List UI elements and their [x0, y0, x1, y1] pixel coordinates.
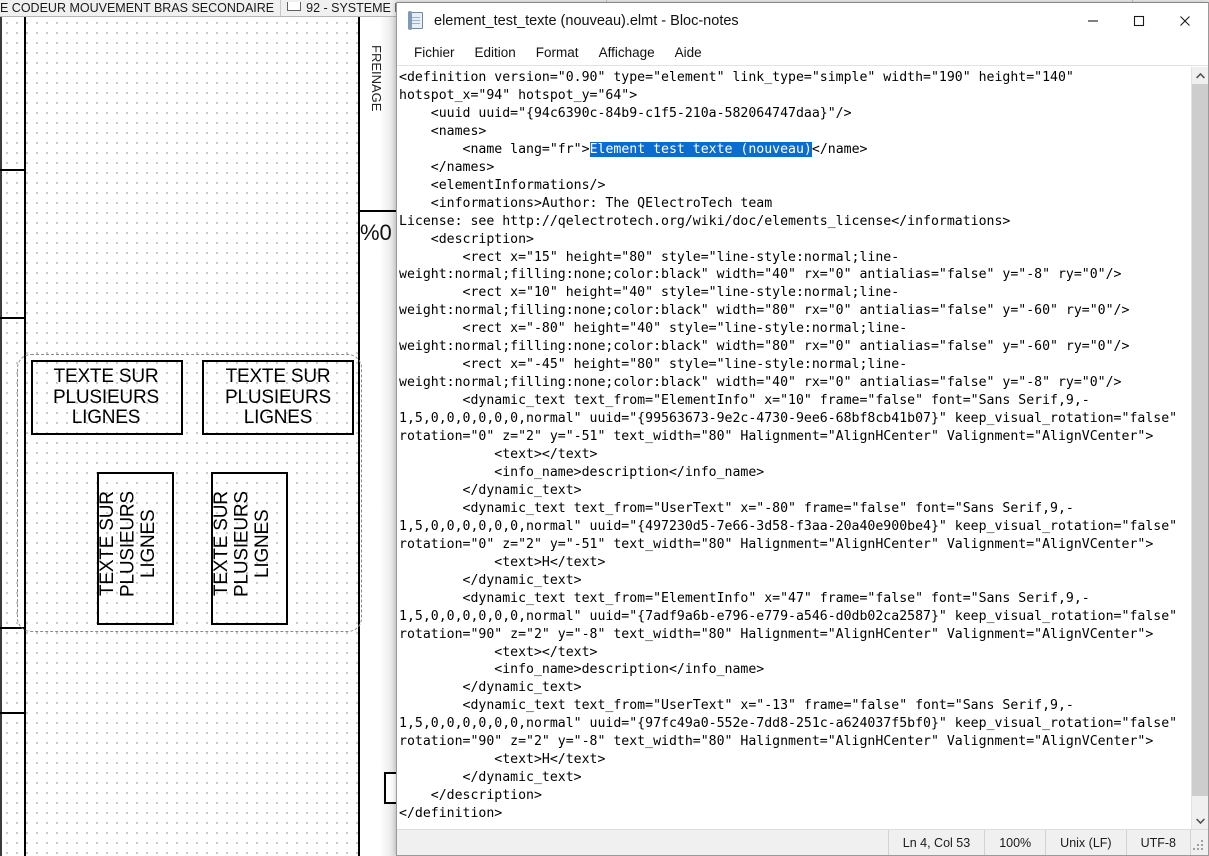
page-tick-mark	[0, 712, 25, 714]
menu-format[interactable]: Format	[526, 42, 589, 63]
window-buttons[interactable]	[1070, 4, 1208, 39]
page-tick-mark	[0, 317, 25, 319]
status-cursor-position: Ln 4, Col 53	[888, 830, 984, 855]
element-text-top-left: TEXTE SUR PLUSIEURS LIGNES	[16, 367, 196, 429]
menu-fichier[interactable]: Fichier	[404, 42, 465, 63]
notepad-title-bar[interactable]: element_test_texte (nouveau).elmt - Bloc…	[397, 3, 1208, 39]
status-spacer	[397, 830, 888, 855]
menu-affichage[interactable]: Affichage	[589, 42, 665, 63]
element-text-bottom-right: TEXTE SUR PLUSIEURS LIGNES	[212, 459, 288, 629]
document-icon	[287, 2, 301, 11]
menu-edition[interactable]: Edition	[465, 42, 526, 63]
vertical-scrollbar[interactable]	[1191, 67, 1208, 829]
titleblock-vertical-label: FREINAGE	[362, 45, 384, 195]
page-tick-mark	[0, 169, 25, 171]
page-outer-border	[0, 17, 2, 856]
document-selected-text[interactable]: Element test texte (nouveau)	[590, 142, 812, 157]
status-encoding: UTF-8	[1126, 830, 1190, 855]
notepad-menu-bar[interactable]: Fichier Edition Format Affichage Aide	[397, 39, 1208, 66]
element-text-bottom-left: TEXTE SUR PLUSIEURS LIGNES	[98, 454, 174, 634]
notepad-title: element_test_texte (nouveau).elmt - Bloc…	[434, 13, 739, 29]
notepad-icon	[407, 12, 425, 30]
close-icon[interactable]	[1162, 4, 1208, 39]
notepad-window[interactable]: element_test_texte (nouveau).elmt - Bloc…	[396, 2, 1209, 856]
scrollbar-thumb[interactable]	[1192, 84, 1208, 796]
chevron-down-icon[interactable]	[1192, 812, 1208, 829]
element-text-top-right: TEXTE SUR PLUSIEURS LIGNES	[196, 367, 360, 429]
titleblock-small-box	[384, 772, 396, 804]
status-line-ending: Unix (LF)	[1045, 830, 1125, 855]
notepad-status-bar: Ln 4, Col 53 100% Unix (LF) UTF-8	[397, 829, 1208, 855]
titleblock-percent-label: %0	[360, 220, 392, 246]
cad-drawing-canvas[interactable]: FREINAGE %0 TEXTE SUR PLUSIEURS LIGNES T…	[0, 17, 396, 856]
status-zoom-level[interactable]: 100%	[984, 830, 1045, 855]
titleblock-separator	[358, 210, 396, 212]
notepad-text-area[interactable]: <definition version="0.90" type="element…	[397, 67, 1191, 829]
chevron-up-icon[interactable]	[1192, 67, 1208, 84]
menu-aide[interactable]: Aide	[665, 42, 712, 63]
cad-tab-0-label: E CODEUR MOUVEMENT BRAS SECONDAIRE	[0, 1, 274, 15]
maximize-icon[interactable]	[1116, 4, 1162, 39]
minimize-icon[interactable]	[1070, 4, 1116, 39]
document-text-after-selection: </name> </names> <elementInformations/> …	[399, 142, 1177, 821]
notepad-body[interactable]: <definition version="0.90" type="element…	[397, 66, 1208, 829]
resize-grip[interactable]	[1190, 830, 1208, 855]
cad-tab-0[interactable]: E CODEUR MOUVEMENT BRAS SECONDAIRE	[0, 0, 281, 17]
